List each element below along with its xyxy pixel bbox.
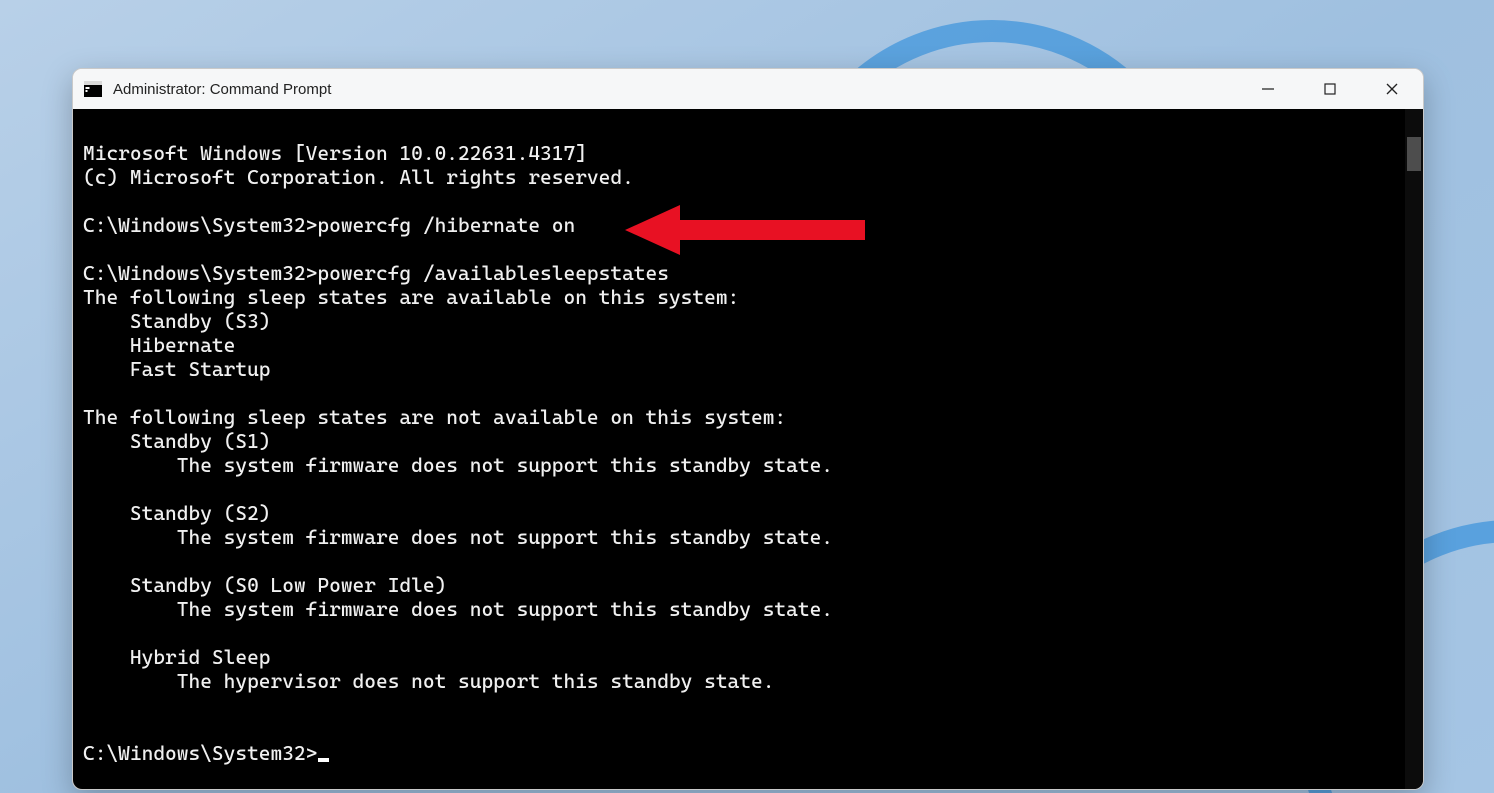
terminal-line: Standby (S2)	[83, 501, 271, 525]
terminal-command: powercfg /availablesleepstates	[317, 261, 669, 285]
terminal-cursor	[318, 758, 329, 762]
close-button[interactable]	[1361, 69, 1423, 109]
scrollbar-track[interactable]	[1405, 109, 1423, 789]
scrollbar-thumb[interactable]	[1407, 137, 1421, 171]
terminal-line: Hibernate	[83, 333, 235, 357]
terminal-line: The system firmware does not support thi…	[83, 597, 833, 621]
cmd-icon	[83, 79, 103, 99]
command-prompt-window: Administrator: Command Prompt Microsoft …	[72, 68, 1424, 790]
terminal-line: The system firmware does not support thi…	[83, 453, 833, 477]
terminal-output[interactable]: Microsoft Windows [Version 10.0.22631.43…	[73, 109, 1423, 789]
terminal-line	[83, 237, 95, 261]
minimize-button[interactable]	[1237, 69, 1299, 109]
maximize-button[interactable]	[1299, 69, 1361, 109]
terminal-line: Standby (S0 Low Power Idle)	[83, 573, 446, 597]
window-title: Administrator: Command Prompt	[113, 81, 1237, 98]
terminal-line	[83, 381, 95, 405]
terminal-line: Microsoft Windows [Version 10.0.22631.43…	[83, 141, 587, 165]
terminal-line	[83, 621, 95, 645]
terminal-line: The following sleep states are available…	[83, 285, 739, 309]
terminal-line	[83, 549, 95, 573]
terminal-line: (c) Microsoft Corporation. All rights re…	[83, 165, 634, 189]
terminal-line	[83, 477, 95, 501]
terminal-line: Standby (S3)	[83, 309, 271, 333]
terminal-line: Hybrid Sleep	[83, 645, 271, 669]
window-controls	[1237, 69, 1423, 109]
terminal-prompt: C:\Windows\System32>	[83, 261, 317, 285]
terminal-line: The hypervisor does not support this sta…	[83, 669, 774, 693]
titlebar[interactable]: Administrator: Command Prompt	[73, 69, 1423, 109]
terminal-line	[83, 717, 95, 741]
terminal-line: Fast Startup	[83, 357, 271, 381]
terminal-prompt: C:\Windows\System32>	[83, 741, 317, 765]
terminal-command: powercfg /hibernate on	[317, 213, 575, 237]
terminal-line: The following sleep states are not avail…	[83, 405, 786, 429]
terminal-prompt: C:\Windows\System32>	[83, 213, 317, 237]
terminal-line: Standby (S1)	[83, 429, 271, 453]
terminal-line	[83, 189, 95, 213]
terminal-line: The system firmware does not support thi…	[83, 525, 833, 549]
terminal-line	[83, 693, 95, 717]
